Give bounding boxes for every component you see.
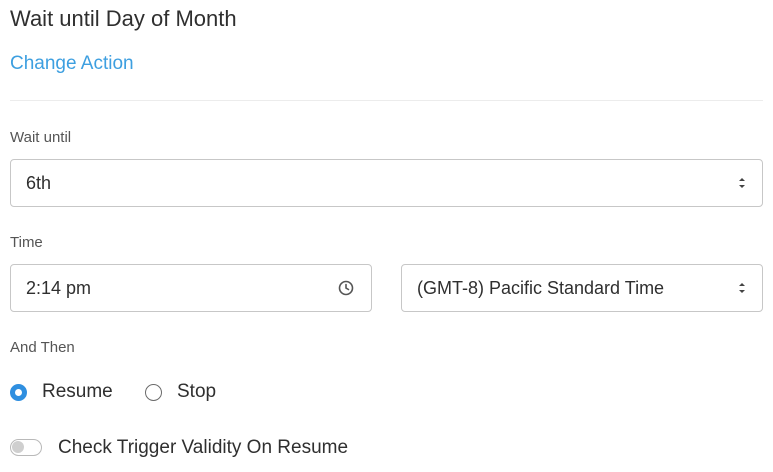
clock-icon (338, 280, 354, 296)
wait-until-label: Wait until (10, 129, 72, 146)
change-action-link[interactable]: Change Action (10, 51, 134, 77)
stop-radio[interactable] (145, 384, 162, 401)
time-label: Time (10, 234, 43, 251)
updown-caret-icon (739, 283, 745, 293)
trigger-validity-toggle[interactable] (10, 439, 42, 456)
resume-radio[interactable] (10, 384, 27, 401)
wait-until-selected-value: 6th (26, 173, 52, 193)
and-then-label: And Then (10, 339, 75, 356)
updown-caret-icon (739, 178, 745, 188)
wait-until-select[interactable]: 6th (10, 159, 763, 207)
divider (10, 100, 763, 101)
trigger-validity-label: Check Trigger Validity On Resume (58, 437, 349, 458)
timezone-selected-value: (GMT-8) Pacific Standard Time (417, 278, 665, 298)
timezone-select[interactable]: (GMT-8) Pacific Standard Time (401, 264, 763, 312)
page-title: Wait until Day of Month (10, 6, 237, 31)
resume-option-label[interactable]: Resume (42, 380, 113, 404)
toggle-knob (12, 441, 24, 453)
stop-option-label[interactable]: Stop (177, 380, 216, 404)
time-input[interactable]: 2:14 pm (10, 264, 372, 312)
time-value: 2:14 pm (26, 278, 92, 298)
